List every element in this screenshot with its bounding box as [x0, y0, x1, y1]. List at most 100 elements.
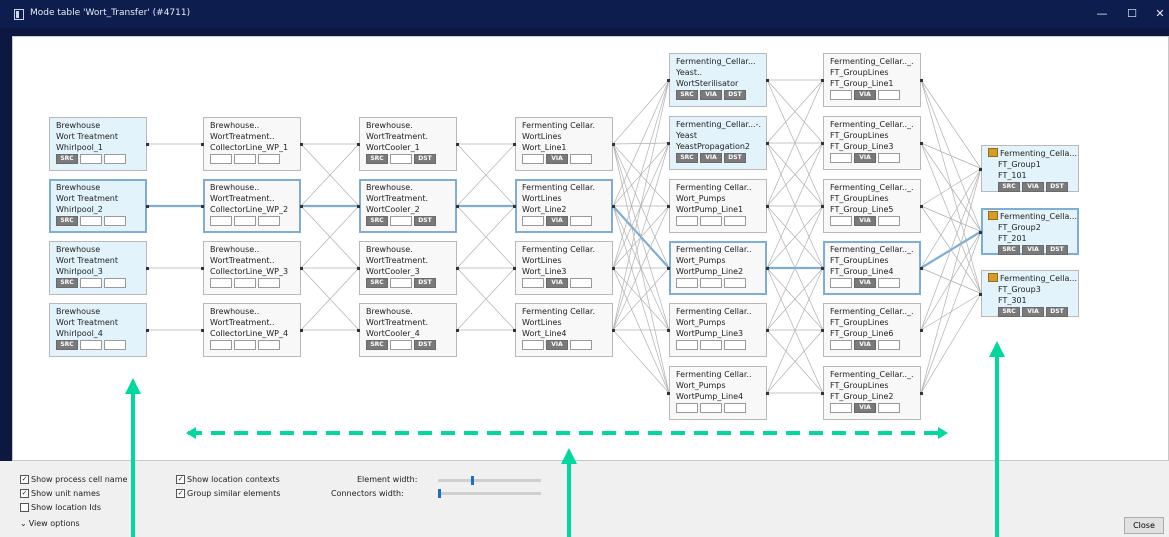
mode-node[interactable]: Fermenting_Cellar.._. FT_GroupLines FT_Gro…: [823, 241, 921, 295]
node-tags: SRC VIA DST: [988, 307, 1078, 317]
mode-node[interactable]: Fermenting_Cellar... Yeast.. WortSterilisa…: [669, 53, 767, 107]
mode-node[interactable]: Fermenting Cellar.. Wort_Pumps WortPump_Li…: [669, 303, 767, 357]
close-window-button[interactable]: ✕: [1148, 5, 1169, 23]
mode-node[interactable]: Fermenting_Cellar.._. FT_GroupLines FT_Gro…: [823, 366, 921, 420]
mode-node[interactable]: Fermenting_Cella... FT_Group1 FT_101 SRC VIA…: [981, 145, 1079, 192]
connector-dot: [821, 329, 824, 332]
connector-dot: [667, 79, 670, 82]
mode-node[interactable]: Fermenting Cellar. WortLines Wort_Line4 VIA: [515, 303, 613, 357]
mode-node[interactable]: Brewhouse.. WortTreatment.. CollectorLine_…: [203, 117, 301, 171]
tag-empty: [676, 403, 698, 413]
mode-node[interactable]: Fermenting Cellar.. Wort_Pumps WortPump_Li…: [669, 366, 767, 420]
tag-src: SRC: [56, 216, 78, 226]
connectors-width-slider[interactable]: [438, 489, 541, 498]
mode-node[interactable]: Brewhouse Wort Treatment Whirlpool_1 SRC: [49, 117, 147, 171]
node-label: Fermenting Cellar..: [676, 183, 752, 192]
node-label: Fermenting Cellar.: [522, 245, 596, 254]
element-width-slider[interactable]: [438, 476, 541, 485]
node-label: WortLines: [522, 194, 562, 203]
tag-via: VIA: [854, 153, 876, 163]
mode-node[interactable]: Fermenting Cellar. WortLines Wort_Line1 VIA: [515, 117, 613, 171]
tag-empty: [258, 154, 280, 164]
node-tags: SRC VIA DST: [988, 245, 1077, 255]
node-label: WortTreatment.: [366, 256, 429, 265]
tag-dst: DST: [1046, 245, 1068, 255]
slider-thumb[interactable]: [471, 476, 474, 485]
mode-node[interactable]: Brewhouse. WortTreatment. WortCooler_1 SRC D…: [359, 117, 457, 171]
connector-dot: [612, 205, 615, 208]
mode-table-canvas[interactable]: Brewhouse Wort Treatment Whirlpool_1 SRC Bre…: [12, 36, 1169, 461]
mode-node[interactable]: Brewhouse. WortTreatment. WortCooler_4 SRC D…: [359, 303, 457, 357]
node-label: Whirlpool_4: [56, 329, 103, 338]
connector-dot: [456, 143, 459, 146]
node-label: WortCooler_2: [366, 205, 420, 214]
group-similar-elements-checkbox[interactable]: ✓ Group similar elements: [176, 489, 280, 498]
show-unit-names-checkbox[interactable]: ✓ Show unit names: [20, 489, 100, 498]
mode-node[interactable]: Brewhouse Wort Treatment Whirlpool_4 SRC: [49, 303, 147, 357]
checkbox-label: Show location Ids: [31, 503, 102, 512]
connector-dot: [612, 143, 615, 146]
tag-empty: [676, 278, 698, 288]
connector-dot: [456, 267, 459, 270]
node-label: Fermenting Cellar..: [676, 370, 752, 379]
node-label: Fermenting Cellar.: [522, 307, 596, 316]
tag-empty: [830, 340, 852, 350]
node-label: WortPump_Line4: [676, 392, 744, 401]
mode-node[interactable]: Brewhouse.. WortTreatment.. CollectorLine_…: [203, 241, 301, 295]
node-label: WortLines: [522, 256, 562, 265]
mode-node[interactable]: Brewhouse. WortTreatment. WortCooler_3 SRC D…: [359, 241, 457, 295]
mode-node[interactable]: Brewhouse Wort Treatment Whirlpool_3 SRC: [49, 241, 147, 295]
mode-node[interactable]: Fermenting Cellar.. Wort_Pumps WortPump_Li…: [669, 241, 767, 295]
tag-empty: [210, 278, 232, 288]
mode-node[interactable]: Fermenting_Cellar.._. FT_GroupLines FT_Gro…: [823, 53, 921, 107]
maximize-button[interactable]: ☐: [1120, 5, 1144, 23]
mode-node[interactable]: Brewhouse.. WortTreatment.. CollectorLine_…: [203, 303, 301, 357]
mode-node[interactable]: Fermenting Cellar. WortLines Wort_Line3 VIA: [515, 241, 613, 295]
mode-node[interactable]: Fermenting_Cellar.._. FT_GroupLines FT_Gro…: [823, 303, 921, 357]
mode-node[interactable]: Brewhouse.. WortTreatment.. CollectorLine_…: [203, 179, 301, 233]
tag-empty: [390, 216, 412, 226]
mode-node[interactable]: Brewhouse. WortTreatment. WortCooler_2 SRC D…: [359, 179, 457, 233]
show-process-cell-name-checkbox[interactable]: ✓ Show process cell name: [20, 475, 127, 484]
connector: [920, 231, 982, 394]
node-tags: VIA: [830, 278, 919, 288]
tag-empty: [210, 216, 232, 226]
connector-dot: [821, 205, 824, 208]
node-label: WortTreatment..: [210, 318, 275, 327]
mode-node[interactable]: Fermenting_Cellar.._. FT_GroupLines FT_Gro…: [823, 179, 921, 233]
tag-empty: [80, 340, 102, 350]
mode-node[interactable]: Fermenting_Cella... FT_Group2 FT_201 SRC VIA…: [981, 208, 1079, 255]
node-tags: SRC VIA DST: [988, 182, 1078, 192]
mode-node[interactable]: Fermenting_Cellar...-. Yeast YeastPropagat…: [669, 116, 767, 170]
connector-dot: [201, 143, 204, 146]
minimize-button[interactable]: —: [1090, 5, 1114, 23]
mode-node[interactable]: Brewhouse Wort Treatment Whirlpool_2 SRC: [49, 179, 147, 233]
node-label: FT_Group_Line4: [830, 267, 894, 276]
checkbox-mark: [20, 503, 29, 512]
tag-empty: [522, 340, 544, 350]
close-button[interactable]: Close: [1124, 517, 1164, 534]
node-label: Yeast: [676, 131, 697, 140]
mode-node[interactable]: Fermenting Cellar.. Wort_Pumps WortPump_Li…: [669, 179, 767, 233]
tank-icon: [988, 211, 998, 220]
tag-empty: [104, 278, 126, 288]
tag-empty: [104, 154, 126, 164]
node-label: Fermenting Cellar.: [522, 121, 596, 130]
connector-dot: [146, 143, 149, 146]
node-label: WortTreatment..: [210, 194, 275, 203]
connector-dot: [201, 267, 204, 270]
slider-thumb[interactable]: [438, 489, 441, 498]
connector-dot: [357, 329, 360, 332]
show-location-contexts-checkbox[interactable]: ✓ Show location contexts: [176, 475, 280, 484]
tag-empty: [234, 278, 256, 288]
tag-via: VIA: [1022, 245, 1044, 255]
view-options-toggle[interactable]: ⌄ View options: [20, 519, 80, 528]
show-location-ids-checkbox[interactable]: Show location Ids: [20, 503, 101, 512]
connector-dot: [300, 143, 303, 146]
mode-node[interactable]: Fermenting_Cella... FT_Group3 FT_301 SRC VIA…: [981, 270, 1079, 317]
connector: [920, 168, 982, 207]
node-label: Wort_Line4: [522, 329, 567, 338]
mode-node[interactable]: Fermenting Cellar. WortLines Wort_Line2 VIA: [515, 179, 613, 233]
tag-src: SRC: [56, 340, 78, 350]
mode-node[interactable]: Fermenting_Cellar.._. FT_GroupLines FT_Gro…: [823, 116, 921, 170]
